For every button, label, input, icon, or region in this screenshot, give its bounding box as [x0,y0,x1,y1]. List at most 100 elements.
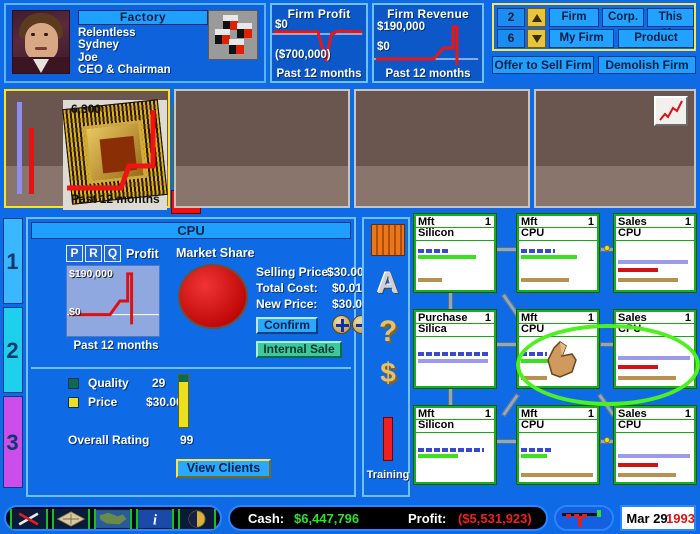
internal-sale-button[interactable]: Internal Sale [256,341,342,358]
toolbar-button-row: i [4,505,222,531]
prq-toggle-q[interactable]: Q [104,245,121,262]
finance-dollar-icon[interactable]: $ [364,359,412,387]
profit-chart-footer: Past 12 months [73,340,159,352]
quality-label: Quality [88,376,129,390]
lot-empty-3[interactable] [534,89,696,208]
profit-chart-zero-label: $0 [69,306,81,318]
profit-chart-top-label: $190,000 [69,268,113,280]
left-tab-3[interactable]: 3 [0,396,25,488]
world-map-icon[interactable] [94,509,132,529]
status-bar: i Cash: $6,447,796 Profit: ($5,531,923) [0,502,700,534]
tile-sales-cpu-2[interactable]: Sales 1 CPU [613,405,697,485]
main-area: 1 2 3 CPU P R Q Profit $190,000 $0 Past … [0,213,700,502]
tile-purchase-silica[interactable]: Purchase 1 Silica [413,309,497,389]
lot-empty-1[interactable] [174,89,350,208]
tile-product: CPU [521,227,545,239]
firm-info-lines: Relentless Sydney Joe CEO & Chairman [78,27,171,77]
firm-line-3: CEO & Chairman [78,64,171,77]
city-lot-strip: 6,300 Past 12 months [0,86,700,214]
firm-line-1: Sydney [78,39,119,52]
new-price-label: New Price: [256,297,318,311]
selling-price-value: $30.00 [327,265,364,279]
btn-corp[interactable]: Corp. [602,8,644,27]
confirm-button[interactable]: Confirm [256,317,318,334]
tile-product: Silica [418,323,447,335]
btn-this-city[interactable]: This City [647,8,694,40]
pie-chart-full-red[interactable] [178,264,248,329]
training-bar-icon[interactable] [364,417,412,466]
clock-icon[interactable] [178,509,216,529]
thumbnail-footer: Past 12 months [71,192,160,206]
thumbnail-value: 6,300 [71,102,102,116]
product-profit-chart[interactable]: $190,000 $0 [66,265,160,337]
lot-empty-2[interactable] [354,89,530,208]
tile-product: CPU [521,323,545,335]
info-icon[interactable]: i [136,509,174,529]
tile-sales-cpu-0[interactable]: Sales 1 CPU [613,213,697,293]
overall-rating-value: 99 [180,433,194,447]
trend-chart-icon[interactable] [654,96,688,126]
tile-product: CPU [618,419,642,431]
zoom-value-bottom[interactable]: 6 [497,29,525,48]
cash-label: Cash: [248,511,285,526]
tile-mft-cpu-2[interactable]: Mft 1 CPU [516,405,600,485]
view-clients-button[interactable]: View Clients [176,459,271,478]
firm-line-2: Joe [78,51,98,64]
demolish-firm-button[interactable]: Demolish Firm [598,56,696,74]
tile-product: CPU [618,227,642,239]
tile-product: CPU [521,419,545,431]
profit-value: ($5,531,923) [458,511,532,526]
pointing-hand-cursor [547,341,577,378]
left-tab-1[interactable]: 1 [0,218,25,304]
map-grid-icon[interactable] [52,509,90,529]
connector [496,342,518,347]
btn-my-firm[interactable]: My Firm [549,29,614,48]
help-question-icon[interactable]: ? [364,317,412,347]
market-share-label: Market Share [176,246,255,260]
advertising-a-icon[interactable]: A [364,269,412,299]
profit-label: Profit: [408,511,447,526]
game-speed-icon[interactable] [554,505,614,531]
firm-profit-graph[interactable]: Firm Profit $0 ($700,000) Past 12 months [270,3,368,83]
zoom-value-top[interactable]: 2 [497,8,525,27]
game-window: Factory Relentless Sydney Joe CEO & Chai… [0,0,700,534]
firm-revenue-top-label: $190,000 [377,21,425,33]
tile-mft-silicon-0[interactable]: Mft 1 Silicon [413,213,497,293]
spinner-down-icon[interactable] [527,29,546,48]
firm-banner-label[interactable]: Factory [78,10,208,25]
factory-thumbnail[interactable]: 6,300 Past 12 months [15,98,201,214]
profit-chart-label: Profit [126,247,159,261]
tile-product: Silicon [418,419,455,431]
firm-profit-footer: Past 12 months [276,68,362,80]
tools-icon[interactable] [10,509,48,529]
svg-text:i: i [153,512,157,528]
date-year: 1993 [666,511,695,526]
date-display[interactable]: Mar 29 1993 [620,505,696,531]
connector-node [604,245,610,251]
tile-mft-silicon-1[interactable]: Mft 1 Silicon [413,405,497,485]
firm-profit-bottom-label: ($700,000) [275,49,331,61]
lot-occupied[interactable]: 6,300 Past 12 months [4,89,201,214]
firm-revenue-bottom-label: $0 [377,41,390,53]
firm-line-0: Relentless [78,27,136,39]
view-control-cluster: 2 6 Firm Corp. This City My Firm Product [492,3,696,51]
connector [496,439,518,444]
prq-toggle-r[interactable]: R [85,245,102,262]
left-tab-2[interactable]: 2 [0,307,25,393]
icon-sidebar: A ? $ Training [362,217,410,497]
plus-circle-icon[interactable] [332,315,351,334]
tile-mft-cpu-0[interactable]: Mft 1 CPU [516,213,600,293]
firm-revenue-graph[interactable]: Firm Revenue $190,000 $0 Past 12 months [372,3,484,83]
btn-product[interactable]: Product [618,29,694,48]
books-icon[interactable] [364,224,412,261]
top-bar: Factory Relentless Sydney Joe CEO & Chai… [0,0,700,86]
spinner-up-icon[interactable] [527,8,546,27]
panel-divider [31,367,351,369]
prq-toggle-p[interactable]: P [66,245,83,262]
training-label: Training [366,469,410,481]
btn-firm[interactable]: Firm [549,8,599,27]
offer-to-sell-firm-button[interactable]: Offer to Sell Firm [492,56,594,74]
date-month-day: Mar 29 [626,511,668,526]
firm-identity-panel[interactable]: Factory Relentless Sydney Joe CEO & Chai… [4,3,266,83]
firm-revenue-footer: Past 12 months [385,68,471,80]
